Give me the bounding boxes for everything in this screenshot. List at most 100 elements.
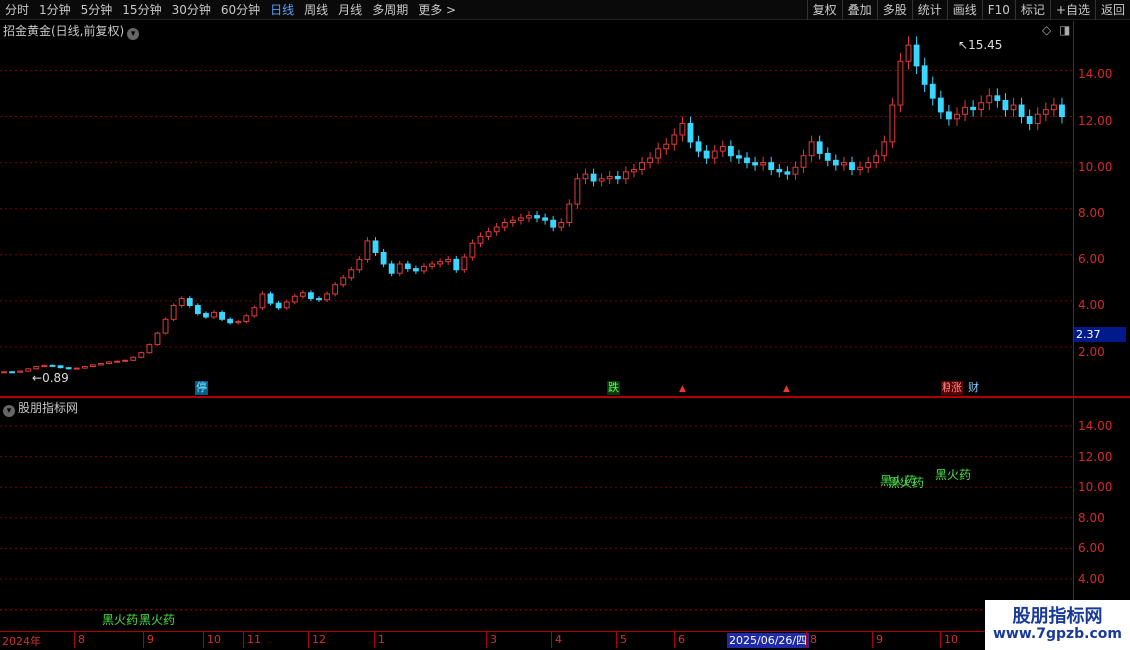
candle-body <box>1026 116 1033 124</box>
period-tab-60min[interactable]: 60分钟 <box>216 0 265 20</box>
candle-body <box>889 104 896 143</box>
candle-body <box>332 284 339 295</box>
candle-body <box>57 365 64 369</box>
panel-toggle-icon[interactable]: ◨ <box>1059 23 1070 37</box>
time-label: 2024年 <box>2 635 41 648</box>
candle-body <box>639 162 645 171</box>
period-tab-monthly[interactable]: 月线 <box>333 0 367 20</box>
toolbar-right-buttons: 复权 叠加 多股 统计 画线 F10 标记 +自选 返回 <box>806 0 1130 20</box>
time-tick <box>551 632 552 648</box>
candle-body <box>970 106 977 111</box>
watermark-url: www.7gpzb.com <box>992 626 1122 642</box>
back-button[interactable]: 返回 <box>1094 0 1130 20</box>
candle-body <box>170 304 177 320</box>
candle-body <box>631 169 637 173</box>
candle-body <box>65 367 72 370</box>
indicator-pane[interactable] <box>0 398 1130 630</box>
multi-stock-button[interactable]: 多股 <box>876 0 912 20</box>
event-badge-finance[interactable]: 财 <box>967 381 980 395</box>
candle-body <box>913 44 920 67</box>
candle-body <box>849 162 855 171</box>
candle-body <box>752 162 759 166</box>
candle-body <box>477 235 484 244</box>
candle-body <box>526 215 532 219</box>
candle-body <box>203 313 209 318</box>
overlay-button[interactable]: 叠加 <box>841 0 877 20</box>
candle-body <box>41 364 48 368</box>
period-tab-intraday[interactable]: 分时 <box>0 0 34 20</box>
time-label: 11 <box>247 633 261 646</box>
candle-body <box>881 141 888 157</box>
y-axis-label: 8.00 <box>1078 206 1105 220</box>
candle-body <box>517 217 524 221</box>
time-tick <box>940 632 941 648</box>
time-tick <box>616 632 617 648</box>
period-toolbar: 分时 1分钟 5分钟 15分钟 30分钟 60分钟 日线 周线 月线 多周期 更… <box>0 0 1130 20</box>
add-watchlist-button[interactable]: +自选 <box>1049 0 1095 20</box>
f10-button[interactable]: F10 <box>981 0 1015 20</box>
candle-body <box>340 277 347 286</box>
candle-body <box>348 269 355 279</box>
time-tick <box>203 632 204 648</box>
diamond-icon[interactable]: ◇ <box>1042 23 1051 37</box>
candle-body <box>154 332 161 346</box>
period-tab-multi[interactable]: 多周期 <box>367 0 413 20</box>
event-badge-rise[interactable]: 涨 <box>950 381 963 395</box>
candle-body <box>194 304 201 315</box>
chevron-right-icon: > <box>446 2 457 17</box>
indicator-title[interactable]: ▾ 股朋指标网 <box>3 399 78 417</box>
sub-y-axis-label: 14.00 <box>1078 419 1113 433</box>
candle-body <box>647 157 654 164</box>
chart-title[interactable]: 招金黄金(日线,前复权) ▾ <box>3 22 140 40</box>
period-tab-5min[interactable]: 5分钟 <box>76 0 118 20</box>
candle-body <box>832 159 839 166</box>
candle-body <box>905 44 912 62</box>
candle-body <box>986 95 993 104</box>
time-axis[interactable]: 2024年 8 9 10 11 12 1 3 4 5 6 2025/06/26/… <box>0 631 1130 650</box>
candle-body <box>1018 104 1025 118</box>
mark-button[interactable]: 标记 <box>1014 0 1050 20</box>
high-price-label: ↖15.45 <box>958 38 1003 52</box>
candle-body <box>211 311 217 318</box>
candle-body <box>663 143 670 150</box>
candle-body <box>89 364 96 368</box>
candle-body <box>711 150 718 159</box>
candle-body <box>227 318 234 324</box>
statistics-button[interactable]: 统计 <box>911 0 947 20</box>
period-tab-more[interactable]: 更多 > <box>413 0 461 20</box>
time-label: 10 <box>207 633 221 646</box>
candle-body <box>445 258 452 263</box>
candle-body <box>33 366 40 370</box>
candle-body <box>808 141 815 157</box>
time-tick <box>674 632 675 648</box>
candle-body <box>994 95 1001 101</box>
candle-body <box>251 307 258 317</box>
chevron-down-icon[interactable]: ▾ <box>3 405 15 417</box>
up-arrow-icon[interactable]: ▲ <box>679 384 686 394</box>
period-tab-daily[interactable]: 日线 <box>265 0 299 20</box>
candle-body <box>598 178 605 182</box>
candle-body <box>816 141 823 154</box>
candle-body <box>259 293 266 309</box>
candle-body <box>380 251 387 265</box>
time-tick <box>486 632 487 648</box>
period-tab-15min[interactable]: 15分钟 <box>117 0 166 20</box>
event-badge-drop[interactable]: 跌 <box>607 381 620 395</box>
candle-body <box>978 102 985 111</box>
chevron-down-icon[interactable]: ▾ <box>127 28 140 40</box>
candle-body <box>800 155 807 168</box>
event-badge-halt[interactable]: 停 <box>195 381 208 395</box>
period-tab-30min[interactable]: 30分钟 <box>167 0 216 20</box>
time-label: 5 <box>620 633 627 646</box>
up-arrow-icon[interactable]: ▲ <box>783 384 790 394</box>
time-label: 6 <box>678 633 685 646</box>
period-tab-1min[interactable]: 1分钟 <box>34 0 76 20</box>
draw-line-button[interactable]: 画线 <box>946 0 982 20</box>
candle-body <box>17 370 24 373</box>
candle-body <box>437 261 444 265</box>
candle-body <box>122 359 129 362</box>
period-tab-weekly[interactable]: 周线 <box>299 0 333 20</box>
adjust-button[interactable]: 复权 <box>806 0 842 20</box>
candlestick-chart[interactable] <box>0 21 1130 397</box>
candle-body <box>776 169 783 173</box>
